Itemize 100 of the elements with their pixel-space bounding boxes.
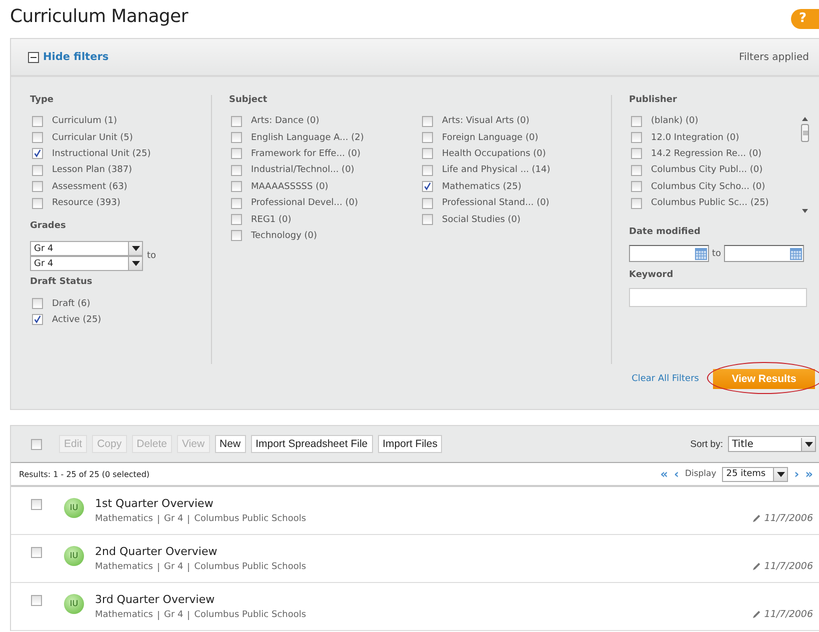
checkbox[interactable] xyxy=(231,214,242,226)
subject-text: Mathematics xyxy=(95,610,153,620)
next-page-button[interactable]: › xyxy=(794,467,800,481)
calendar-icon[interactable] xyxy=(695,248,707,260)
row-checkbox[interactable] xyxy=(31,595,42,606)
grade-text: Gr 4 xyxy=(164,562,184,572)
pencil-icon xyxy=(752,610,762,619)
checkbox-label: Active (25) xyxy=(52,314,102,325)
previous-page-button[interactable]: ‹ xyxy=(674,467,679,481)
pencil-icon xyxy=(752,514,762,523)
checkbox[interactable] xyxy=(422,148,433,160)
unit-badge: IU xyxy=(64,546,84,566)
checkbox[interactable] xyxy=(422,132,433,144)
item-title[interactable]: 3rd Quarter Overview xyxy=(95,593,752,606)
checkbox[interactable] xyxy=(422,164,433,176)
checkbox[interactable] xyxy=(231,116,242,127)
checkbox[interactable] xyxy=(631,198,642,209)
page-title: Curriculum Manager xyxy=(10,6,188,27)
checkbox-label: Assessment (63) xyxy=(52,182,128,192)
select-all-checkbox[interactable] xyxy=(31,438,42,450)
toolbar-button[interactable]: Import Spreadsheet File xyxy=(250,435,373,453)
checkbox[interactable] xyxy=(32,181,43,192)
checkbox[interactable] xyxy=(231,164,242,176)
publisher-text: Columbus Public Schools xyxy=(194,562,306,572)
checkbox-label: Draft (6) xyxy=(52,298,90,309)
checkbox[interactable] xyxy=(32,164,43,176)
checkbox[interactable] xyxy=(32,116,43,127)
keyword-field[interactable] xyxy=(629,288,807,307)
checkbox[interactable] xyxy=(231,148,242,160)
checkbox-label: 12.0 Integration (0) xyxy=(651,132,740,143)
unit-badge: IU xyxy=(64,498,84,518)
checkbox[interactable] xyxy=(32,198,43,209)
last-page-button[interactable]: » xyxy=(805,467,813,481)
grade-text: Gr 4 xyxy=(164,514,184,524)
date-field[interactable] xyxy=(629,245,709,262)
checkbox-label: (blank) (0) xyxy=(651,116,698,126)
sort-label: Sort by: xyxy=(690,438,723,450)
section-label: Type xyxy=(30,95,54,107)
checkbox[interactable] xyxy=(231,132,242,144)
toolbar-button[interactable]: Import Files xyxy=(378,435,442,453)
checkbox[interactable] xyxy=(32,148,43,160)
grade-dropdown[interactable]: Gr 4 xyxy=(30,241,143,256)
checkbox[interactable] xyxy=(631,181,642,192)
checkbox-label: Curriculum (1) xyxy=(52,116,117,126)
checkbox-label: Professional Stand... (0) xyxy=(442,198,550,208)
checkbox[interactable] xyxy=(631,116,642,127)
pencil-icon xyxy=(752,562,762,571)
checkbox-label: Technology (0) xyxy=(251,230,318,241)
collapse-icon[interactable] xyxy=(28,52,39,62)
checkbox[interactable] xyxy=(631,148,642,160)
item-title[interactable]: 1st Quarter Overview xyxy=(95,497,752,510)
checkbox-label: Columbus Public Sc... (25) xyxy=(651,198,769,208)
checkbox-label: Resource (393) xyxy=(52,198,120,208)
grade-dropdown[interactable]: Gr 4 xyxy=(30,256,143,272)
hide-filters-link[interactable]: Hide filters xyxy=(28,51,109,63)
section-label: Publisher xyxy=(629,95,678,107)
checkbox[interactable] xyxy=(422,214,433,226)
checkbox[interactable] xyxy=(422,198,433,209)
modified-date: 11/7/2006 xyxy=(764,513,813,524)
section-label: Subject xyxy=(229,95,268,107)
checkbox[interactable] xyxy=(231,198,242,209)
checkbox-label: Life and Physical ... (14) xyxy=(442,165,550,176)
clear-all-filters-link[interactable]: Clear All Filters xyxy=(632,374,699,384)
to-label: to xyxy=(147,251,156,262)
scroll-up-icon[interactable] xyxy=(802,117,808,121)
publisher-text: Columbus Public Schools xyxy=(194,610,306,620)
row-checkbox[interactable] xyxy=(31,547,42,558)
checkbox[interactable] xyxy=(32,298,43,310)
scroll-thumb[interactable] xyxy=(801,124,809,142)
checkbox[interactable] xyxy=(422,181,433,192)
page-size-dropdown[interactable]: 25 items xyxy=(722,466,788,482)
item-title[interactable]: 2nd Quarter Overview xyxy=(95,545,752,558)
checkbox[interactable] xyxy=(631,164,642,176)
toolbar-button[interactable]: New xyxy=(214,435,246,453)
checkbox-label: Social Studies (0) xyxy=(442,214,521,225)
display-label: Display xyxy=(684,469,716,479)
checkbox[interactable] xyxy=(231,230,242,242)
checkbox[interactable] xyxy=(631,132,642,144)
view-results-button[interactable]: View Results xyxy=(713,369,815,389)
checkbox[interactable] xyxy=(32,314,43,326)
checkbox-label: Columbus City Publ... (0) xyxy=(651,165,763,176)
checkbox-label: Health Occupations (0) xyxy=(442,148,546,159)
publisher-text: Columbus Public Schools xyxy=(194,514,306,524)
checkbox[interactable] xyxy=(32,132,43,144)
modified-date: 11/7/2006 xyxy=(764,561,813,572)
checkbox-label: Instructional Unit (25) xyxy=(52,148,151,159)
section-label: Date modified xyxy=(629,227,702,239)
row-checkbox[interactable] xyxy=(31,499,42,510)
subject-text: Mathematics xyxy=(95,514,153,524)
results-summary: Results: 1 - 25 of 25 (0 selected) xyxy=(19,470,150,478)
checkbox-label: Framework for Effe... (0) xyxy=(251,148,361,159)
calendar-icon[interactable] xyxy=(790,248,802,260)
help-button[interactable]: ? xyxy=(791,9,819,29)
first-page-button[interactable]: « xyxy=(660,467,668,481)
date-field[interactable] xyxy=(724,245,804,262)
checkbox[interactable] xyxy=(422,116,433,127)
checkbox[interactable] xyxy=(231,181,242,192)
section-label: Grades xyxy=(30,221,67,234)
sort-dropdown[interactable]: Title xyxy=(728,436,816,452)
scroll-down-icon[interactable] xyxy=(802,209,808,213)
